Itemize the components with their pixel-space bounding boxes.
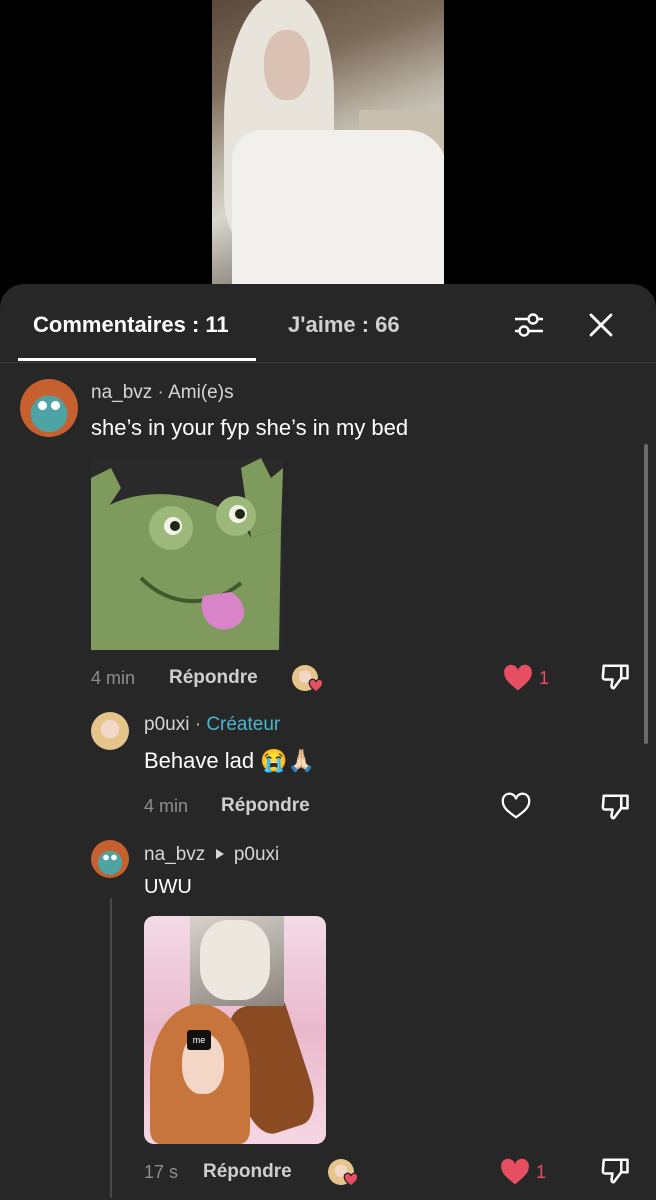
reply-button[interactable]: Répondre bbox=[221, 795, 310, 817]
creator-badge: Créateur bbox=[206, 714, 281, 735]
video-preview[interactable] bbox=[212, 0, 444, 284]
thread-line bbox=[110, 898, 112, 1198]
like-count: 1 bbox=[539, 668, 550, 688]
username[interactable]: na_bvz bbox=[144, 844, 205, 865]
comment-time: 4 min bbox=[91, 668, 136, 688]
frog-sticker bbox=[91, 458, 283, 650]
comments-panel: Commentaires : 11 J'aime : 66 na_bvz · A… bbox=[0, 284, 656, 1200]
username[interactable]: na_bvz bbox=[91, 382, 152, 403]
tab-active-indicator bbox=[18, 358, 256, 361]
tab-likes[interactable]: J'aime : 66 bbox=[288, 312, 400, 338]
dislike-icon[interactable] bbox=[600, 792, 630, 822]
like-count: 1 bbox=[536, 1162, 547, 1182]
reply-button[interactable]: Répondre bbox=[203, 1161, 292, 1183]
filter-icon[interactable] bbox=[512, 308, 546, 342]
friend-badge: Ami(e)s bbox=[168, 382, 234, 403]
reply-button[interactable]: Répondre bbox=[169, 667, 258, 689]
comment-time: 17 s bbox=[144, 1162, 179, 1182]
video-coat bbox=[232, 130, 444, 284]
comment-text: she’s in your fyp she’s in my bed bbox=[91, 415, 409, 440]
avatar[interactable] bbox=[91, 712, 129, 750]
heart-icon[interactable] bbox=[503, 664, 533, 692]
play-arrow-icon bbox=[215, 849, 224, 859]
comment-meta: p0uxi · Créateur bbox=[144, 714, 281, 735]
avatar[interactable] bbox=[20, 379, 78, 437]
heart-icon bbox=[343, 1172, 359, 1187]
heart-icon[interactable] bbox=[500, 1158, 530, 1186]
close-icon[interactable] bbox=[584, 308, 618, 342]
tab-comments[interactable]: Commentaires : 11 bbox=[33, 312, 229, 338]
heart-icon bbox=[308, 678, 324, 693]
tab-bar: Commentaires : 11 J'aime : 66 bbox=[0, 284, 656, 363]
avatar[interactable] bbox=[91, 840, 129, 878]
comment-meta: na_bvz · Ami(e)s bbox=[91, 382, 234, 403]
comment-text: UWU bbox=[144, 876, 192, 898]
dislike-icon[interactable] bbox=[600, 662, 630, 692]
comment-text: Behave lad 😭🙏🏻 bbox=[144, 748, 315, 773]
scrollbar[interactable] bbox=[644, 444, 648, 744]
username[interactable]: p0uxi bbox=[144, 714, 189, 735]
meme-image[interactable]: me bbox=[144, 916, 326, 1144]
reply-to-username[interactable]: p0uxi bbox=[234, 844, 279, 865]
comment-time: 4 min bbox=[144, 796, 189, 816]
meme-tag: me bbox=[187, 1030, 211, 1050]
video-face bbox=[264, 30, 310, 100]
comment-meta: na_bvz p0uxi bbox=[144, 844, 279, 866]
heart-icon[interactable] bbox=[501, 792, 531, 820]
dislike-icon[interactable] bbox=[600, 1156, 630, 1186]
